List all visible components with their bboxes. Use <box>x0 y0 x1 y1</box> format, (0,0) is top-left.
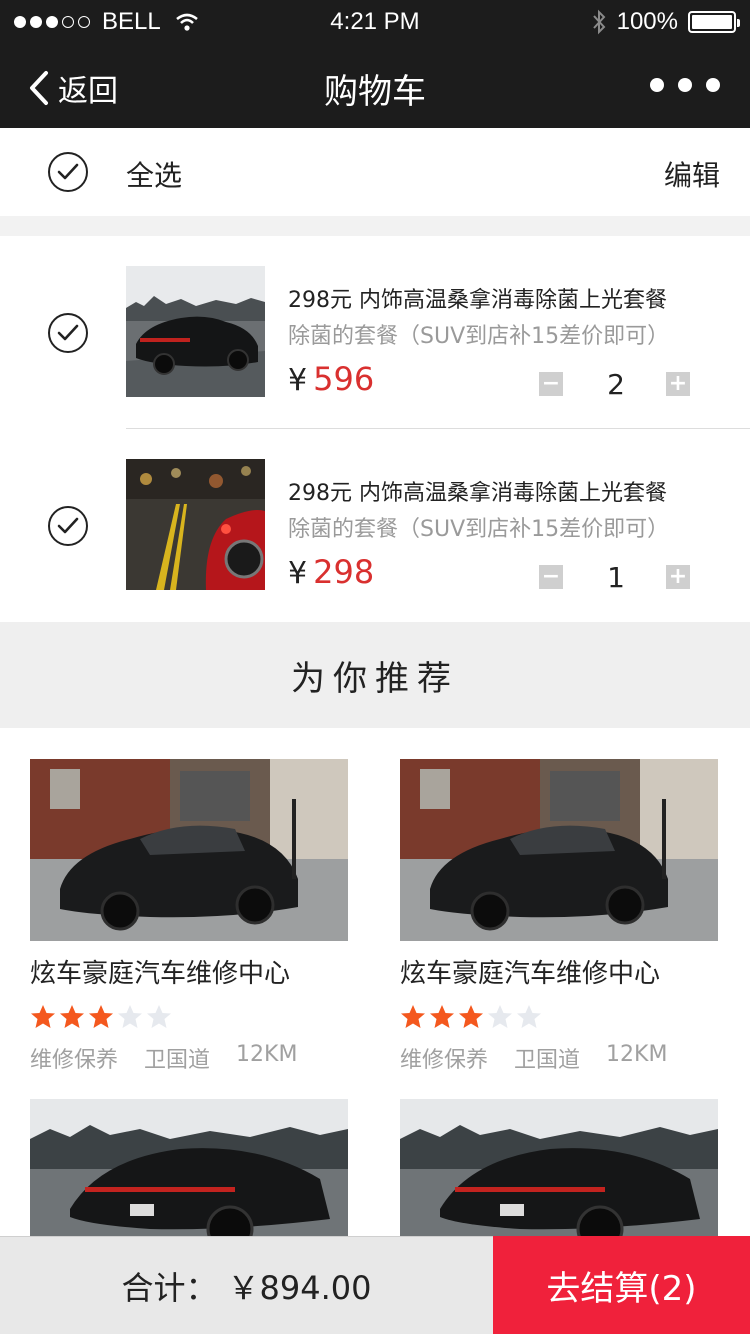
recommend-title: 为你推荐 <box>291 658 459 699</box>
quantity-decrease-button[interactable]: − <box>539 565 563 589</box>
shop-photo[interactable] <box>30 759 348 941</box>
bluetooth-icon <box>592 9 605 35</box>
select-all-label[interactable]: 全选 <box>126 154 182 194</box>
item-subtitle: 除菌的套餐（SUV到店补15差价即可） <box>288 517 670 542</box>
star-filled-icon <box>430 1005 454 1028</box>
item-subtitle: 除菌的套餐（SUV到店补15差价即可） <box>288 324 670 349</box>
star-filled-icon <box>31 1005 55 1028</box>
checkmark-icon <box>57 324 79 341</box>
shop-location: 卫国道 <box>514 1048 581 1073</box>
more-button[interactable] <box>650 78 720 92</box>
total-amount: 合计： ￥894.00 <box>0 1236 493 1334</box>
shop-card[interactable]: 炫车豪庭汽车维修中心 维修保养 卫国道 12KM <box>30 759 348 1074</box>
item-price: ¥596 <box>288 360 374 398</box>
price-value: 298 <box>313 553 375 591</box>
shop-name: 炫车豪庭汽车维修中心 <box>400 959 661 989</box>
item-title: 298元 内饰高温桑拿消毒除菌上光套餐 <box>288 288 667 313</box>
star-rating <box>30 1004 348 1030</box>
total-label: 合计： <box>121 1268 218 1307</box>
shop-meta: 维修保养 卫国道 12KM <box>30 1042 348 1074</box>
shop-name: 炫车豪庭汽车维修中心 <box>30 959 291 989</box>
shop-meta: 维修保养 卫国道 12KM <box>400 1042 718 1074</box>
cart-list: 298元 内饰高温桑拿消毒除菌上光套餐 除菌的套餐（SUV到店补15差价即可） … <box>0 236 750 622</box>
shop-card[interactable]: 炫车豪庭汽车维修中心 维修保养 卫国道 12KM <box>400 759 718 1074</box>
product-thumbnail[interactable] <box>126 459 265 590</box>
item-checkbox[interactable] <box>48 506 88 546</box>
star-filled-icon <box>89 1005 113 1028</box>
page-title: 购物车 <box>324 72 426 112</box>
select-all-checkbox[interactable] <box>48 152 88 192</box>
more-dot <box>678 78 692 92</box>
shop-distance: 12KM <box>236 1042 298 1067</box>
checkout-bar: 合计： ￥894.00 去结算(2) <box>0 1236 750 1334</box>
checkmark-icon <box>57 517 79 534</box>
shop-distance: 12KM <box>606 1042 668 1067</box>
quantity-value: 2 <box>607 368 625 401</box>
quantity-decrease-button[interactable]: − <box>539 372 563 396</box>
item-checkbox[interactable] <box>48 313 88 353</box>
price-value: 596 <box>313 360 375 398</box>
currency-symbol: ¥ <box>288 363 308 398</box>
item-title: 298元 内饰高温桑拿消毒除菌上光套餐 <box>288 481 667 506</box>
shop-location: 卫国道 <box>144 1048 211 1073</box>
nav-bar: 返回 购物车 <box>0 44 750 128</box>
edit-button[interactable]: 编辑 <box>664 154 720 194</box>
quantity-value: 1 <box>607 561 625 594</box>
status-bar: BELL 4:21 PM 100% <box>0 0 750 44</box>
cart-item: 298元 内饰高温桑拿消毒除菌上光套餐 除菌的套餐（SUV到店补15差价即可） … <box>0 236 750 429</box>
checkout-button[interactable]: 去结算(2) <box>493 1236 750 1334</box>
cart-item: 298元 内饰高温桑拿消毒除菌上光套餐 除菌的套餐（SUV到店补15差价即可） … <box>0 429 750 622</box>
car-photo <box>30 759 348 941</box>
product-thumbnail[interactable] <box>126 266 265 397</box>
car-photo <box>126 266 265 397</box>
star-filled-icon <box>60 1005 84 1028</box>
checkmark-icon <box>57 163 79 180</box>
more-dot <box>650 78 664 92</box>
item-price: ¥298 <box>288 553 374 591</box>
car-photo <box>126 459 265 590</box>
battery-icon <box>688 11 740 33</box>
select-all-bar: 全选 编辑 <box>0 128 750 216</box>
total-value: ￥894.00 <box>227 1268 372 1307</box>
quantity-increase-button[interactable]: + <box>666 565 690 589</box>
star-empty-icon <box>147 1005 171 1028</box>
more-dot <box>706 78 720 92</box>
star-empty-icon <box>118 1005 142 1028</box>
star-empty-icon <box>517 1005 541 1028</box>
car-photo <box>400 759 718 941</box>
currency-symbol: ¥ <box>288 556 308 591</box>
shop-category: 维修保养 <box>400 1048 489 1073</box>
star-filled-icon <box>459 1005 483 1028</box>
star-empty-icon <box>488 1005 512 1028</box>
star-rating <box>400 1004 718 1030</box>
star-filled-icon <box>401 1005 425 1028</box>
shop-category: 维修保养 <box>30 1048 119 1073</box>
shop-photo[interactable] <box>400 759 718 941</box>
recommend-heading: 为你推荐 <box>0 622 750 728</box>
quantity-increase-button[interactable]: + <box>666 372 690 396</box>
battery-percent: 100% <box>616 8 678 35</box>
